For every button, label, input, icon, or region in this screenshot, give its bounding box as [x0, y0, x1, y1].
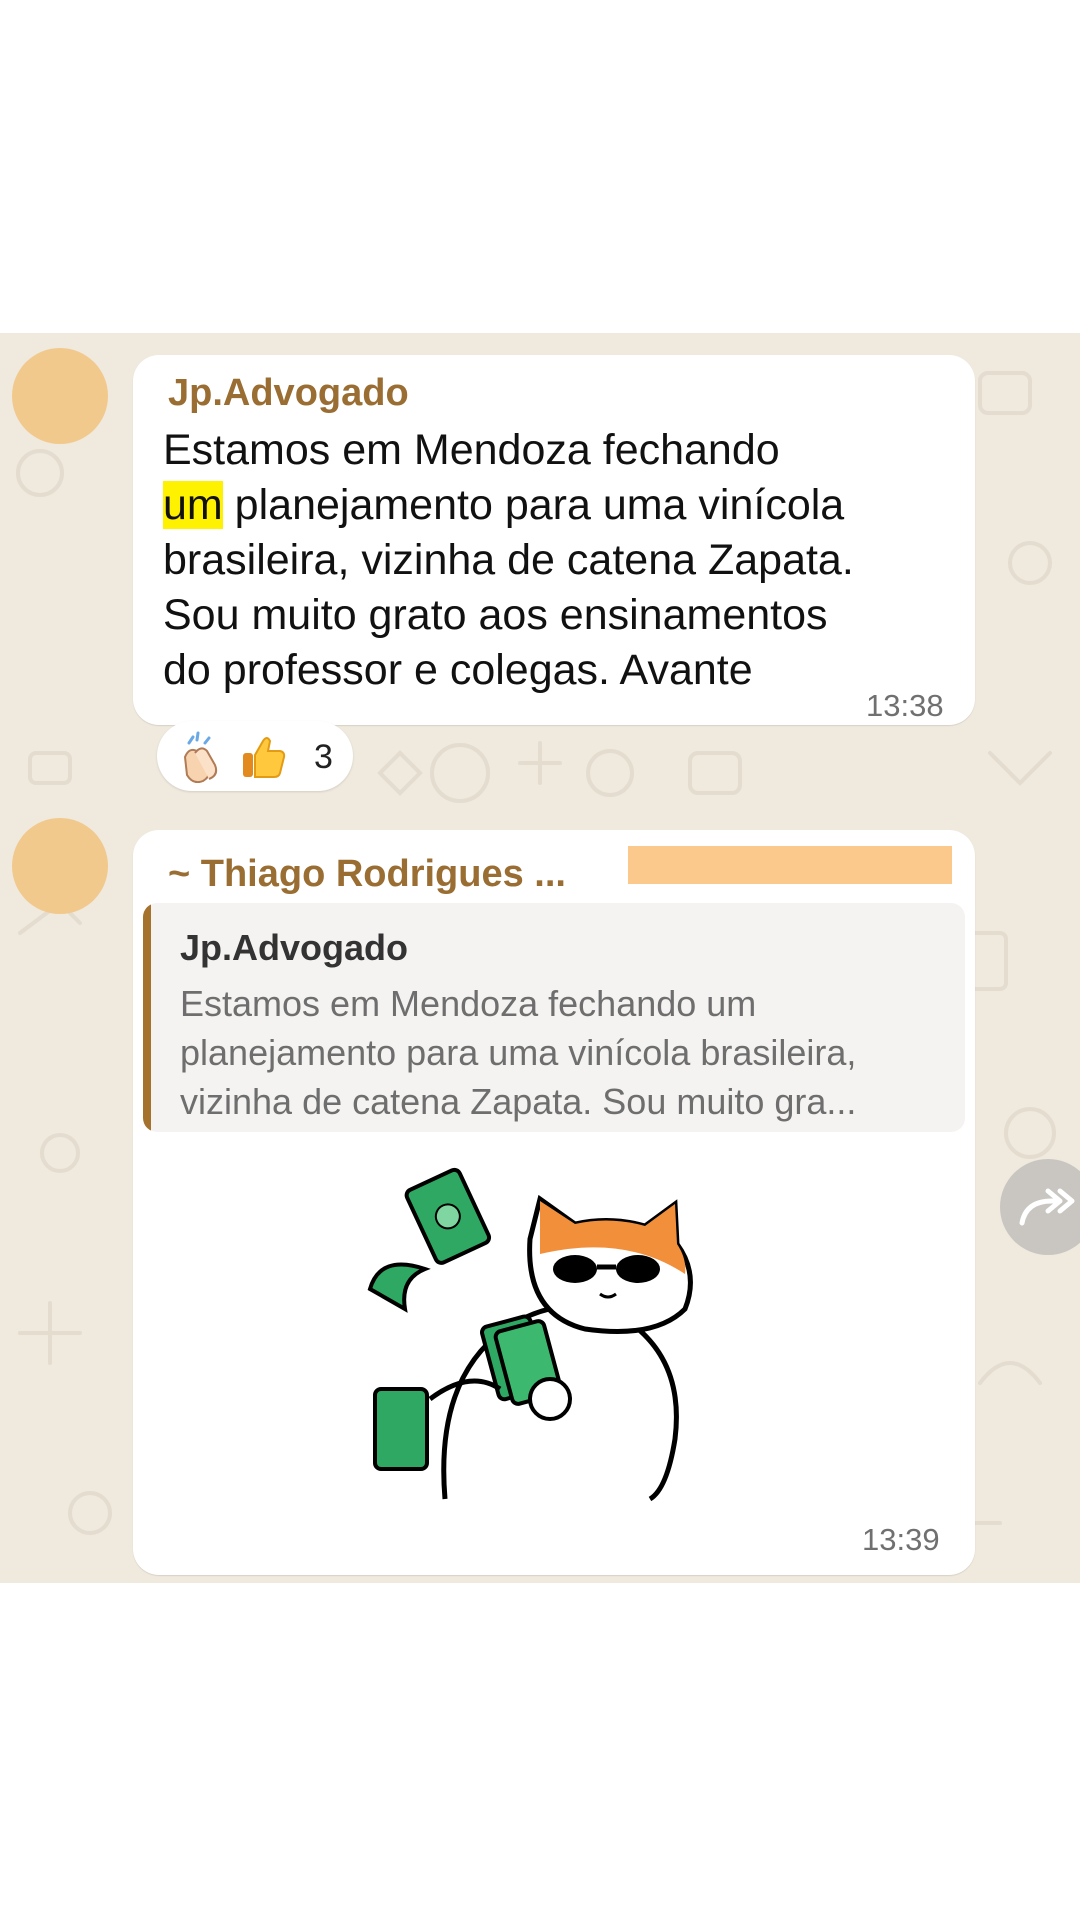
reactions-pill[interactable]: 3	[157, 721, 353, 791]
message-line: brasileira, vizinha de catena Zapata.	[163, 536, 854, 584]
message-time: 13:39	[862, 1522, 940, 1557]
sender-avatar[interactable]	[12, 818, 108, 914]
message-line: do professor e colegas. Avante	[163, 646, 753, 694]
quoted-message[interactable]: Jp.Advogado Estamos em Mendoza fechando …	[143, 903, 965, 1132]
message-line: Estamos em Mendoza fechando	[163, 426, 780, 474]
chat-area[interactable]: Jp.Advogado Estamos em Mendoza fechando …	[0, 333, 1080, 1583]
message-line: Sou muito grato aos ensinamentos	[163, 591, 828, 639]
redacted-phone	[628, 846, 952, 884]
cat-money-sticker[interactable]	[360, 1159, 720, 1519]
quote-accent-bar	[143, 903, 151, 1132]
thumbs-up-icon	[243, 737, 286, 778]
message-line: um planejamento para uma vinícola	[163, 481, 845, 529]
quoted-sender: Jp.Advogado	[180, 927, 409, 968]
sender-name[interactable]: Jp.Advogado	[168, 372, 409, 415]
sender-name[interactable]: ~ Thiago Rodrigues ...	[168, 853, 566, 896]
sender-avatar[interactable]	[12, 348, 108, 444]
clapping-hands-icon	[183, 731, 218, 783]
message-text: Estamos em Mendoza fechando um planejame…	[163, 423, 963, 698]
reaction-count: 3	[314, 738, 333, 776]
message-time: 13:38	[866, 688, 944, 723]
forward-icon	[1019, 1188, 1075, 1226]
quoted-text: Estamos em Mendoza fechando um planejame…	[180, 983, 857, 1122]
message-bubble[interactable]: Jp.Advogado Estamos em Mendoza fechando …	[133, 355, 975, 725]
search-highlight: um	[163, 481, 223, 529]
